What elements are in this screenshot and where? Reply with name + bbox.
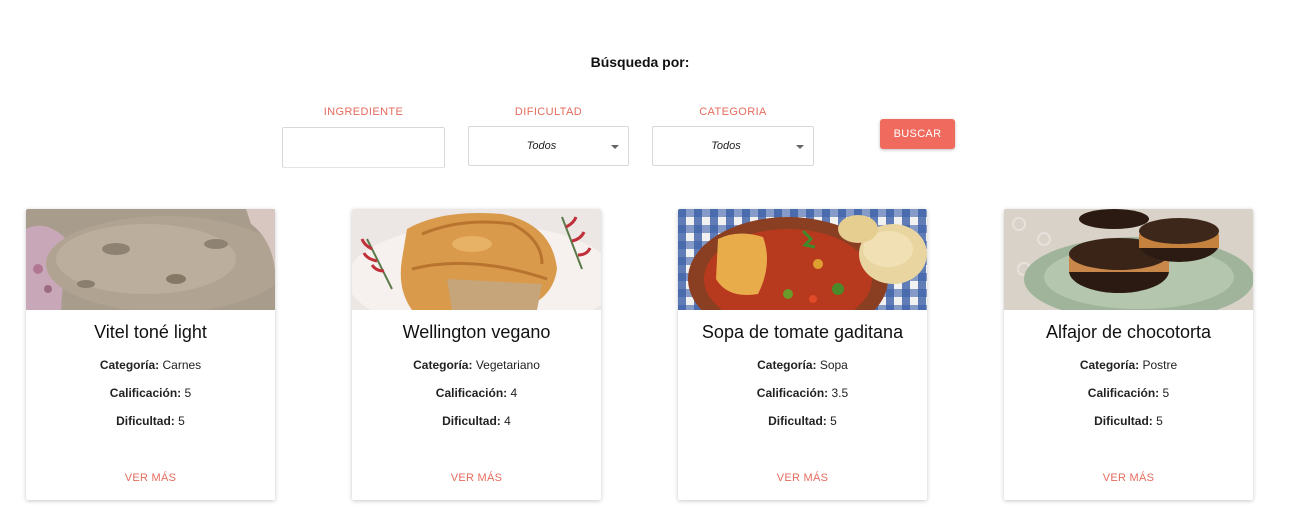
recipe-categoria: Categoría: Carnes — [26, 351, 275, 379]
calificacion-key: Calificación: — [435, 386, 508, 400]
calificacion-value: 3.5 — [831, 386, 849, 400]
dificultad-key: Dificultad: — [768, 414, 827, 428]
calificacion-key: Calificación: — [756, 386, 829, 400]
calificacion-value: 5 — [1162, 386, 1170, 400]
wellington-photo[interactable] — [352, 209, 601, 310]
dificultad-select-value: Todos — [526, 140, 557, 152]
dificultad-field: DIFICULTAD Todos — [468, 106, 629, 166]
categoria-select[interactable]: Todos — [652, 126, 814, 166]
recipe-dificultad: Dificultad: 5 — [678, 407, 927, 435]
ver-mas-link[interactable]: VER MÁS — [352, 472, 601, 484]
dificultad-key: Dificultad: — [116, 414, 175, 428]
recipe-dificultad: Dificultad: 5 — [1004, 407, 1253, 435]
recipe-title: Sopa de tomate gaditana — [701, 322, 904, 342]
sopa-tomate-photo[interactable] — [678, 209, 927, 310]
ver-mas-link[interactable]: VER MÁS — [26, 472, 275, 484]
dificultad-key: Dificultad: — [442, 414, 501, 428]
recipe-card: Sopa de tomate gaditana Categoría: Sopa … — [678, 209, 927, 500]
dificultad-value: 5 — [1156, 414, 1163, 428]
chevron-down-icon — [796, 145, 804, 149]
ver-mas-link[interactable]: VER MÁS — [678, 472, 927, 484]
recipe-calificacion: Calificación: 5 — [1004, 379, 1253, 407]
recipe-title: Vitel toné light — [94, 322, 207, 342]
dificultad-key: Dificultad: — [1094, 414, 1153, 428]
recipe-dificultad: Dificultad: 4 — [352, 407, 601, 435]
recipe-title: Wellington vegano — [402, 322, 551, 342]
categoria-key: Categoría: — [99, 358, 160, 372]
categoria-select-value: Todos — [711, 140, 741, 152]
recipe-categoria: Categoría: Postre — [1004, 351, 1253, 379]
dificultad-value: 4 — [504, 414, 511, 428]
ver-mas-link[interactable]: VER MÁS — [1004, 472, 1253, 484]
calificacion-value: 5 — [184, 386, 192, 400]
dificultad-value: 5 — [830, 414, 837, 428]
vitel-tone-photo[interactable] — [26, 209, 275, 310]
categoria-field: CATEGORIA Todos — [652, 106, 814, 166]
categoria-label: CATEGORIA — [699, 106, 767, 118]
recipe-calificacion: Calificación: 5 — [26, 379, 275, 407]
recipe-card: Wellington vegano Categoría: Vegetariano… — [352, 209, 601, 500]
categoria-key: Categoría: — [1079, 358, 1140, 372]
ingrediente-field: INGREDIENTE — [282, 106, 445, 168]
ingrediente-label: INGREDIENTE — [323, 106, 404, 118]
dificultad-label: DIFICULTAD — [514, 106, 583, 118]
recipe-calificacion: Calificación: 3.5 — [678, 379, 927, 407]
recipe-card: Alfajor de chocotorta Categoría: Postre … — [1004, 209, 1253, 500]
calificacion-key: Calificación: — [1087, 386, 1160, 400]
buscar-button[interactable]: BUSCAR — [880, 119, 955, 149]
recipe-card: Vitel toné light Categoría: Carnes Calif… — [26, 209, 275, 500]
categoria-value: Sopa — [819, 358, 848, 372]
categoria-value: Vegetariano — [475, 358, 540, 372]
dificultad-select[interactable]: Todos — [468, 126, 629, 166]
recipe-dificultad: Dificultad: 5 — [26, 407, 275, 435]
chevron-down-icon — [611, 145, 619, 149]
recipe-categoria: Categoría: Vegetariano — [352, 351, 601, 379]
dificultad-value: 5 — [178, 414, 185, 428]
categoria-value: Postre — [1142, 358, 1178, 372]
calificacion-key: Calificación: — [109, 386, 182, 400]
alfajor-photo[interactable] — [1004, 209, 1253, 310]
categoria-value: Carnes — [162, 358, 202, 372]
categoria-key: Categoría: — [413, 358, 473, 372]
categoria-key: Categoría: — [757, 358, 817, 372]
recipe-calificacion: Calificación: 4 — [352, 379, 601, 407]
recipe-title: Alfajor de chocotorta — [1045, 322, 1212, 342]
calificacion-value: 4 — [510, 386, 518, 400]
ingrediente-input[interactable] — [282, 127, 445, 168]
search-title: Búsqueda por: — [590, 54, 690, 70]
recipe-categoria: Categoría: Sopa — [678, 351, 927, 379]
